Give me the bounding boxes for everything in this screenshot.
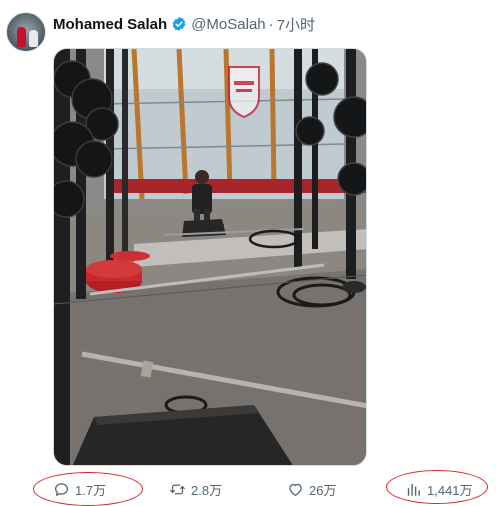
- retweet-icon: [170, 484, 185, 494]
- reply-button[interactable]: 1.7万: [53, 478, 106, 500]
- heart-icon: [289, 483, 302, 496]
- author-name[interactable]: Mohamed Salah: [53, 16, 167, 33]
- reply-icon: [54, 482, 69, 496]
- like-count: 26万: [309, 482, 337, 498]
- reply-count: 1.7万: [75, 482, 107, 498]
- separator-dot: ·: [268, 15, 274, 33]
- tweet: Mohamed Salah @MoSalah · 7小时 1.7万 2.8万 2…: [0, 0, 496, 506]
- timestamp[interactable]: 7小时: [277, 14, 315, 35]
- like-button[interactable]: 26万: [287, 478, 336, 500]
- verified-badge-icon: [172, 17, 186, 31]
- tweet-action-bar: 1.7万 2.8万 26万 1,441万: [53, 478, 483, 500]
- gym-photo-illustration: [54, 49, 366, 465]
- views-count: 1,441万: [427, 482, 473, 498]
- retweet-count: 2.8万: [191, 482, 223, 498]
- author-handle[interactable]: @MoSalah: [191, 16, 265, 33]
- tweet-header: Mohamed Salah @MoSalah · 7小时: [53, 14, 315, 34]
- avatar[interactable]: [6, 12, 46, 52]
- retweet-button[interactable]: 2.8万: [169, 478, 222, 500]
- tweet-photo[interactable]: [53, 48, 367, 466]
- views-chart-icon: [407, 483, 420, 496]
- views-button[interactable]: 1,441万: [405, 478, 473, 500]
